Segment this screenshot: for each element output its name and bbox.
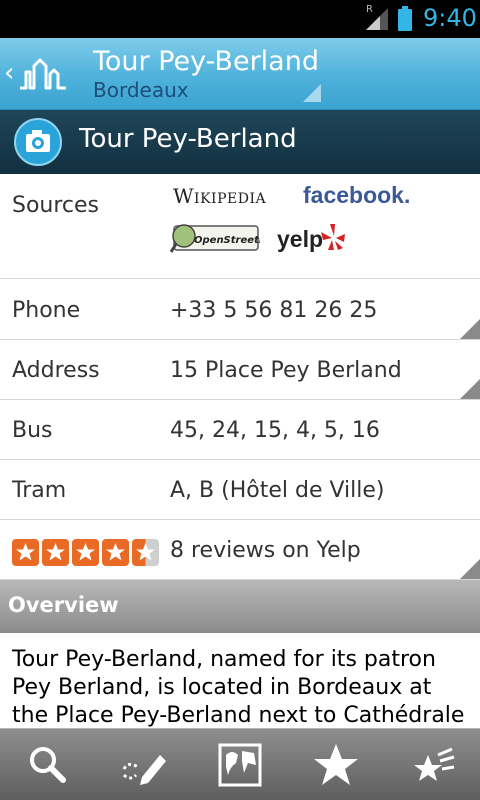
bus-label: Bus [12,418,53,443]
status-bar: R 9:40 [0,0,480,38]
sources-label: Sources [12,193,100,218]
poi-header: Tour Pey-Berland [0,110,480,174]
nearby-stars-icon[interactable] [408,741,456,789]
bus-value: 45, 24, 15, 4, 5, 16 [170,418,380,443]
overview-header[interactable]: Overview [0,580,480,633]
yelp-burst-icon [321,224,345,250]
address-row[interactable]: Address 15 Place Pey Berland [0,340,480,400]
yelp-logo[interactable]: yelp [277,226,323,253]
tram-label: Tram [12,478,67,503]
rating-star [12,539,39,566]
dropdown-corner-icon [303,84,321,102]
tram-value: A, B (Hôtel de Ville) [170,478,385,503]
location-spinner[interactable]: Tour Pey-Berland Bordeaux [86,38,326,110]
phone-label: Phone [12,298,81,323]
signal-bars-icon [366,8,388,30]
facebook-logo[interactable]: facebook. [303,182,410,209]
draw-route-icon[interactable] [120,741,168,789]
row-corner-icon [460,559,480,579]
map-icon[interactable] [216,741,264,789]
bus-row: Bus 45, 24, 15, 4, 5, 16 [0,400,480,460]
battery-icon [398,6,412,31]
address-label: Address [12,358,100,383]
rating-star [72,539,99,566]
rating-value: 8 reviews on Yelp [170,538,361,563]
bottom-toolbar [0,728,480,800]
action-bar-subtitle: Bordeaux [93,78,189,102]
row-corner-icon [460,319,480,339]
tram-row: Tram A, B (Hôtel de Ville) [0,460,480,520]
search-icon[interactable] [24,741,72,789]
overview-text: Tour Pey-Berland, named for its patron P… [12,647,465,728]
rating-star [102,539,129,566]
phone-value: +33 5 56 81 26 25 [170,298,378,323]
city-skyline-logo-icon [20,58,66,90]
openstreetmap-text: OpenStreetMap [194,235,260,246]
address-value: 15 Place Pey Berland [170,358,402,383]
row-corner-icon [460,379,480,399]
overview-heading: Overview [8,593,119,617]
rating-star [132,539,159,566]
phone-row[interactable]: Phone +33 5 56 81 26 25 [0,280,480,340]
back-chevron-icon: ‹ [4,58,15,88]
wikipedia-logo[interactable]: Wikipedia [173,184,266,208]
clock: 9:40 [423,4,477,32]
action-bar-title: Tour Pey-Berland [93,46,319,77]
camera-icon[interactable] [14,118,62,166]
favorites-star-icon[interactable] [312,741,360,789]
home-up-button[interactable]: ‹ [0,38,80,110]
action-bar: ‹ Tour Pey-Berland Bordeaux [0,38,480,110]
openstreetmap-logo[interactable]: OpenStreetMap [170,222,260,256]
rating-star [42,539,69,566]
poi-name: Tour Pey-Berland [79,124,297,154]
